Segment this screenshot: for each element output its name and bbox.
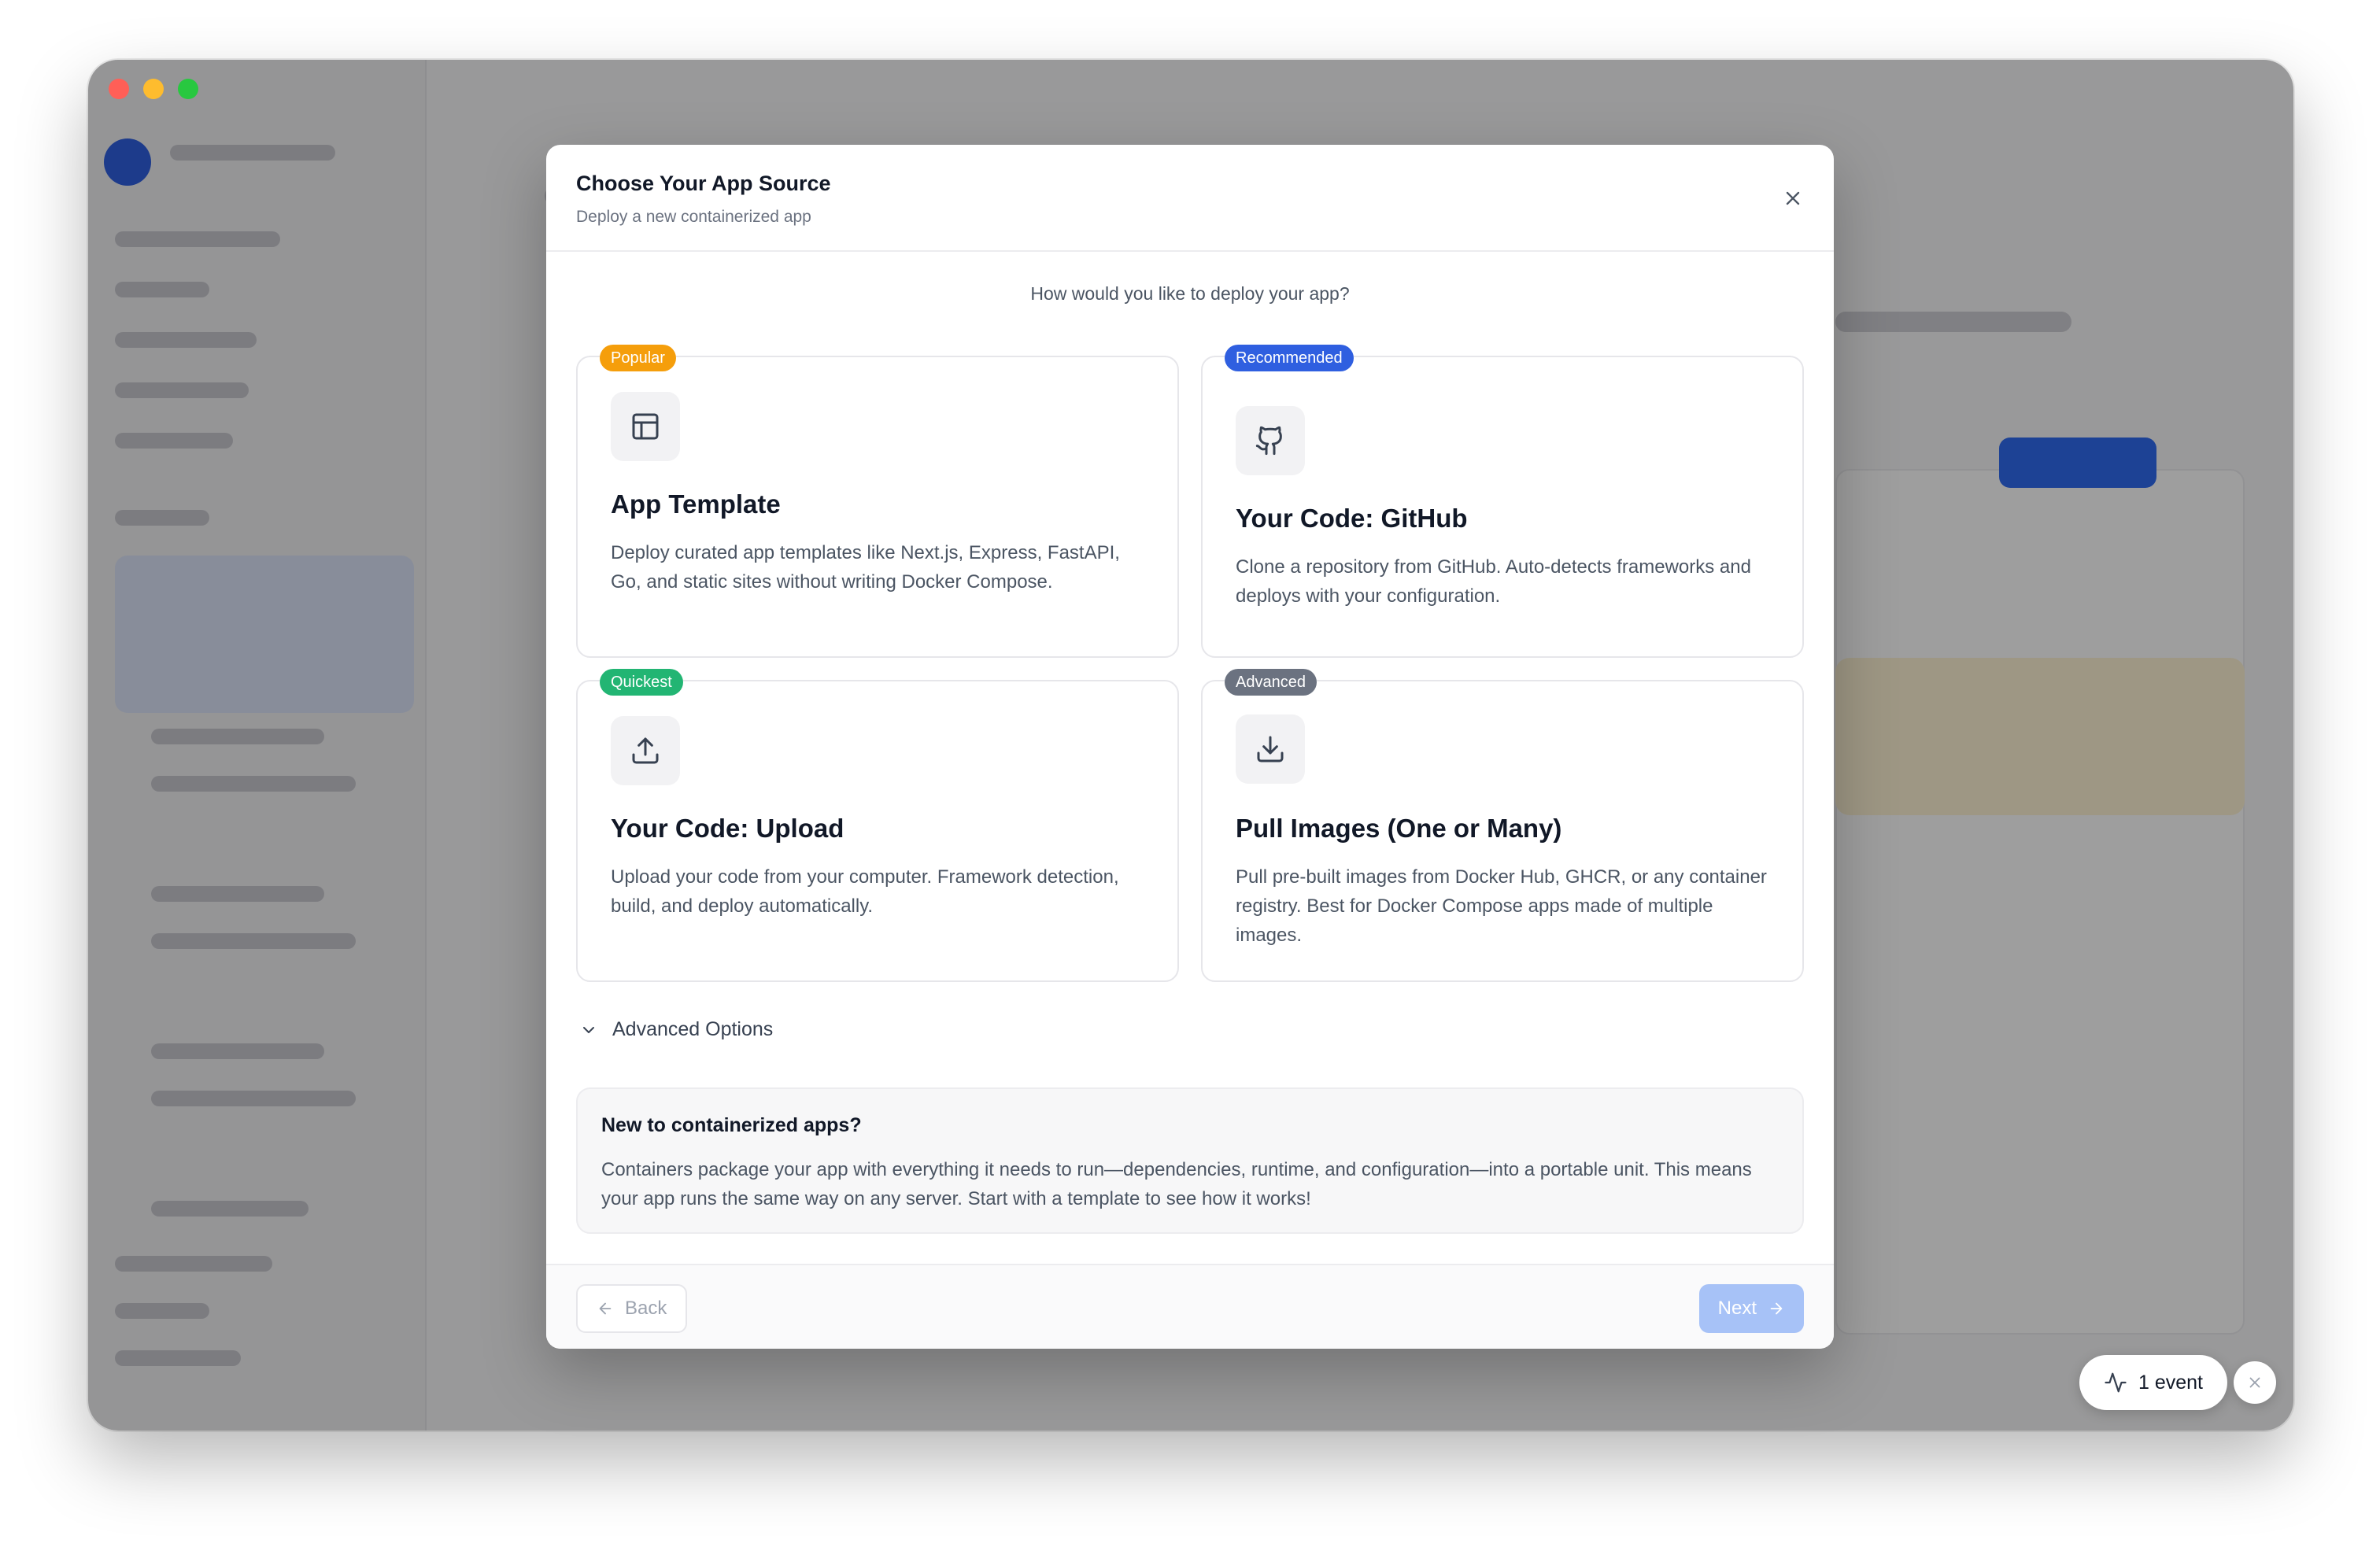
next-button-label: Next [1717, 1298, 1757, 1319]
next-button[interactable]: Next [1698, 1284, 1804, 1333]
option-description: Pull pre-built images from Docker Hub, G… [1236, 866, 1767, 946]
arrow-left-icon [599, 1302, 612, 1315]
back-button-label: Back [625, 1298, 667, 1319]
upload-icon [632, 737, 659, 764]
close-dialog-button[interactable] [1782, 187, 1804, 209]
zoom-window-button[interactable] [178, 79, 198, 99]
advanced-options-toggle[interactable]: Advanced Options [579, 1018, 773, 1041]
github-icon [1255, 426, 1282, 456]
option-description: Clone a repository from GitHub. Auto-det… [1236, 556, 1751, 607]
option-title: App Template [611, 489, 781, 519]
dialog-footer: Back Next [546, 1264, 1834, 1349]
chevron-down-icon [583, 1026, 594, 1033]
advanced-options-label: Advanced Options [612, 1018, 774, 1040]
app-source-dialog: Choose Your App Source Deploy a new cont… [546, 145, 1834, 1349]
option-badge: Quickest [600, 669, 683, 696]
info-text: Containers package your app with everyth… [601, 1159, 1752, 1209]
option-title: Pull Images (One or Many) [1236, 814, 1562, 843]
option-badge: Advanced [1225, 669, 1317, 696]
event-label: 1 event [2138, 1371, 2203, 1394]
layout-template-icon [632, 413, 659, 440]
close-window-button[interactable] [109, 79, 129, 99]
option-title: Your Code: GitHub [1236, 504, 1468, 533]
option-description: Deploy curated app templates like Next.j… [611, 542, 1120, 593]
close-icon [1786, 191, 1800, 205]
minimize-window-button[interactable] [143, 79, 164, 99]
dialog-header: Choose Your App Source Deploy a new cont… [546, 145, 1834, 252]
option-icon-box [611, 716, 680, 785]
option-title: Your Code: Upload [611, 814, 844, 843]
deploy-question: How would you like to deploy your app? [1030, 283, 1350, 304]
close-icon [2249, 1377, 2260, 1388]
dialog-subtitle: Deploy a new containerized app [576, 208, 811, 226]
option-card-github[interactable]: Recommended Your Code: GitHub Clone a re… [1201, 345, 1804, 658]
arrow-right-icon [1770, 1302, 1783, 1315]
option-icon-box [1236, 714, 1305, 784]
event-indicator[interactable]: 1 event [2079, 1355, 2227, 1410]
option-description: Upload your code from your computer. Fra… [611, 866, 1119, 917]
info-title: New to containerized apps? [601, 1114, 862, 1136]
info-callout: New to containerized apps? Containers pa… [576, 1087, 1804, 1234]
download-icon [1257, 736, 1284, 762]
activity-icon [2105, 1372, 2127, 1393]
option-badge: Popular [600, 345, 676, 371]
window-controls [109, 79, 198, 99]
option-card-app-template[interactable]: Popular App Template Deploy curated app … [576, 345, 1179, 658]
dialog-title: Choose Your App Source [576, 172, 831, 195]
option-card-pull-images[interactable]: Advanced Pull Images (One or Many) Pull … [1201, 669, 1804, 982]
option-icon-box [1236, 406, 1305, 475]
back-button[interactable]: Back [576, 1284, 688, 1333]
option-card-upload[interactable]: Quickest Your Code: Upload Upload your c… [576, 669, 1179, 982]
option-icon-box [611, 392, 680, 461]
option-badge: Recommended [1225, 345, 1354, 371]
dismiss-event-button[interactable] [2234, 1361, 2276, 1404]
